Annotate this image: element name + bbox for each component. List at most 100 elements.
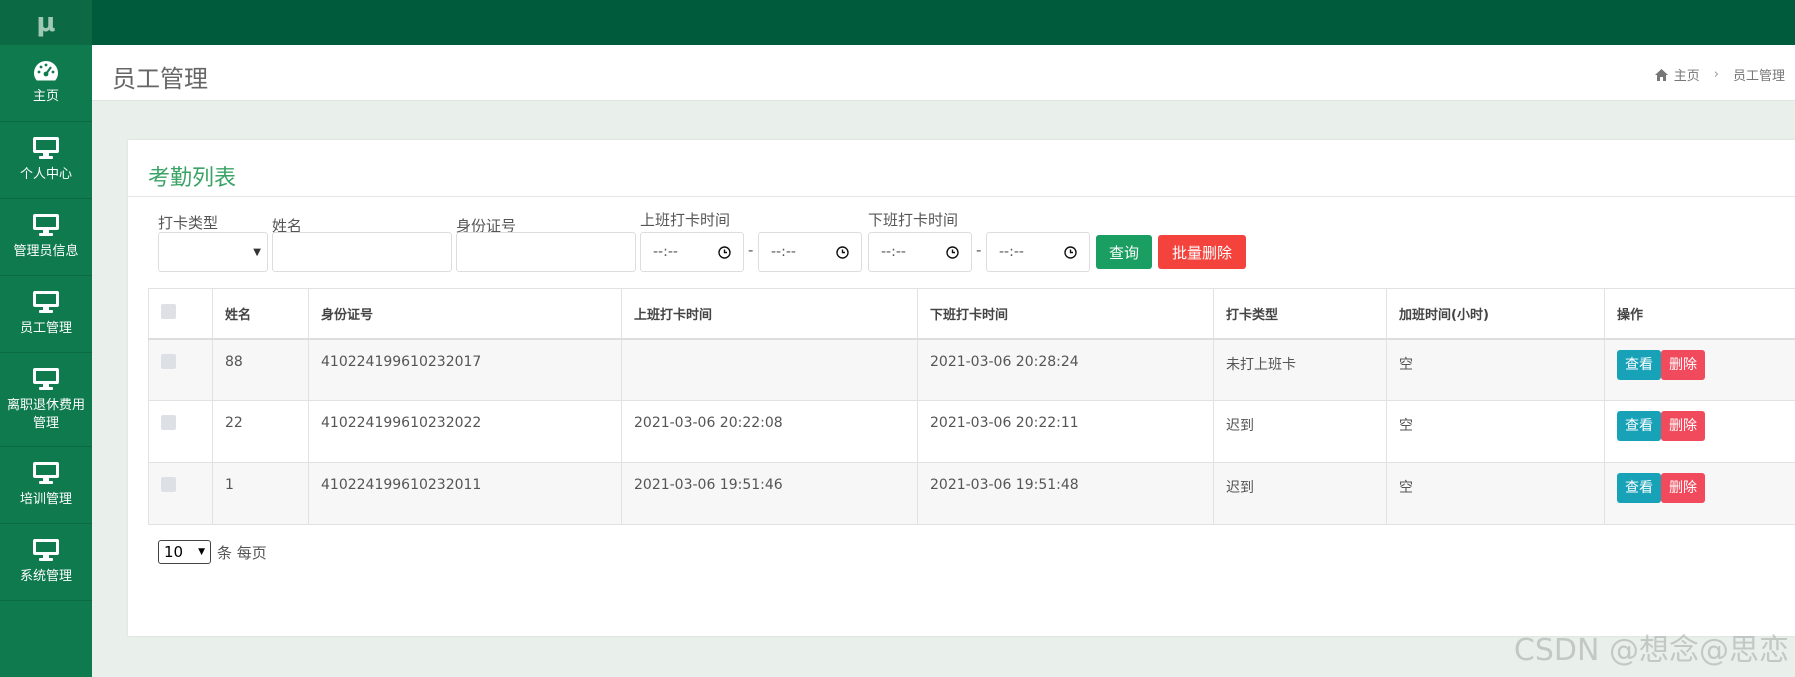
breadcrumb: 主页 › 员工管理 [1654, 65, 1785, 84]
on-time-end-input[interactable]: --:-- [758, 232, 862, 272]
column-header: 身份证号 [308, 288, 622, 340]
cell-off-time: 2021-03-06 20:28:24 [917, 338, 1214, 401]
cell-id: 410224199610232022 [308, 400, 622, 463]
select-all-checkbox[interactable] [161, 303, 176, 319]
time-placeholder: --:-- [881, 244, 906, 260]
cell-off-time: 2021-03-06 19:51:48 [917, 462, 1214, 525]
punch-type-label: 打卡类型 [158, 214, 219, 232]
sidebar-item-training[interactable]: 培训管理 [0, 447, 92, 524]
cell-actions: 查看 删除 [1604, 338, 1795, 401]
cell-on-time [621, 338, 918, 401]
select-all-checkbox-cell [148, 288, 213, 340]
monitor-icon [33, 539, 59, 561]
row-checkbox[interactable] [161, 353, 176, 369]
sidebar-item-label: 离职退休费用管理 [6, 397, 85, 431]
column-header: 下班打卡时间 [917, 288, 1214, 340]
clock-icon [1064, 245, 1077, 259]
view-button[interactable]: 查看 [1617, 411, 1661, 441]
column-header: 上班打卡时间 [621, 288, 918, 340]
chevron-right-icon: › [1713, 67, 1719, 82]
cell-actions: 查看 删除 [1604, 400, 1795, 463]
monitor-icon [33, 214, 59, 236]
table-row: 1 410224199610232011 2021-03-06 19:51:46… [148, 462, 1795, 525]
home-icon [1654, 68, 1668, 81]
card-title: 考勤列表 [148, 166, 237, 191]
cell-name: 1 [212, 462, 309, 525]
time-placeholder: --:-- [771, 244, 796, 260]
delete-button[interactable]: 删除 [1661, 411, 1705, 441]
off-time-start-input[interactable]: --:-- [868, 232, 972, 272]
time-placeholder: --:-- [653, 244, 678, 260]
monitor-icon [33, 291, 59, 313]
monitor-icon [33, 367, 59, 390]
attendance-card: 考勤列表 打卡类型 ▼ 姓名 身份证号 上班打卡时间 --:-- - --:--… [128, 140, 1795, 636]
cell-overtime: 空 [1386, 338, 1605, 401]
name-input[interactable] [272, 232, 452, 272]
on-time-start-input[interactable]: --:-- [640, 232, 744, 272]
attendance-table: 姓名 身份证号 上班打卡时间 下班打卡时间 打卡类型 加班时间(小时) 操作 8… [148, 288, 1795, 525]
sidebar-item-employee-management[interactable]: 员工管理 [0, 276, 92, 353]
query-button[interactable]: 查询 [1096, 235, 1152, 269]
table-header-row: 姓名 身份证号 上班打卡时间 下班打卡时间 打卡类型 加班时间(小时) 操作 [148, 288, 1795, 340]
page-size-value: 10 [164, 543, 184, 561]
page-title: 员工管理 [112, 65, 208, 93]
sidebar-item-label: 系统管理 [19, 569, 72, 584]
range-dash: - [976, 241, 982, 259]
app-logo: μ [0, 0, 92, 45]
id-input[interactable] [456, 232, 636, 272]
table-row: 88 410224199610232017 2021-03-06 20:28:2… [148, 338, 1795, 401]
sidebar-item-retirement-fees[interactable]: 离职退休费用管理 [0, 353, 92, 447]
cell-name: 22 [212, 400, 309, 463]
column-header: 打卡类型 [1213, 288, 1387, 340]
cell-id: 410224199610232017 [308, 338, 622, 401]
sidebar-item-label: 管理员信息 [13, 244, 79, 259]
sidebar-item-personal-center[interactable]: 个人中心 [0, 122, 92, 199]
view-button[interactable]: 查看 [1617, 473, 1661, 503]
table-row: 22 410224199610232022 2021-03-06 20:22:0… [148, 400, 1795, 463]
sidebar-item-label: 培训管理 [19, 492, 72, 507]
view-button[interactable]: 查看 [1617, 349, 1661, 380]
top-bar [92, 0, 1795, 45]
column-header: 操作 [1604, 288, 1795, 340]
sidebar-item-home[interactable]: 主页 [0, 45, 92, 122]
punch-type-select[interactable]: ▼ [158, 232, 268, 272]
delete-button[interactable]: 删除 [1661, 349, 1705, 380]
row-checkbox-cell [148, 338, 213, 401]
cell-name: 88 [212, 338, 309, 401]
off-time-label: 下班打卡时间 [868, 211, 959, 229]
cell-on-time: 2021-03-06 20:22:08 [621, 400, 918, 463]
column-header: 加班时间(小时) [1386, 288, 1605, 340]
off-time-end-input[interactable]: --:-- [986, 232, 1090, 272]
sidebar-item-label: 主页 [32, 89, 59, 104]
cell-type: 迟到 [1213, 462, 1387, 525]
row-checkbox[interactable] [161, 477, 176, 492]
chevron-down-icon: ▼ [253, 246, 261, 258]
row-checkbox-cell [148, 400, 213, 463]
pagination: 10 ▼ 条 每页 [158, 540, 267, 564]
cell-actions: 查看 删除 [1604, 462, 1795, 525]
delete-button[interactable]: 删除 [1661, 473, 1705, 503]
divider [128, 196, 1795, 197]
row-checkbox[interactable] [161, 415, 176, 430]
monitor-icon [33, 137, 59, 159]
batch-delete-button[interactable]: 批量删除 [1158, 235, 1246, 269]
clock-icon [836, 245, 849, 259]
dashboard-icon [34, 61, 58, 81]
cell-id: 410224199610232011 [308, 462, 622, 525]
sidebar: μ 主页 个人中心 管理员信息 员工管理 离职退休费用管理 培训管理 系统管理 [0, 0, 92, 677]
monitor-icon [33, 462, 59, 484]
page-size-select[interactable]: 10 ▼ [158, 540, 211, 564]
clock-icon [946, 245, 959, 259]
cell-on-time: 2021-03-06 19:51:46 [621, 462, 918, 525]
sidebar-item-system[interactable]: 系统管理 [0, 524, 92, 601]
breadcrumb-home[interactable]: 主页 [1674, 65, 1700, 84]
breadcrumb-current: 员工管理 [1732, 69, 1785, 84]
cell-off-time: 2021-03-06 20:22:11 [917, 400, 1214, 463]
column-header: 姓名 [212, 288, 309, 340]
sidebar-item-label: 员工管理 [19, 321, 72, 336]
sidebar-item-admin-info[interactable]: 管理员信息 [0, 199, 92, 276]
range-dash: - [748, 241, 754, 259]
time-placeholder: --:-- [999, 244, 1024, 260]
clock-icon [718, 245, 731, 259]
sidebar-item-label: 个人中心 [19, 167, 72, 182]
